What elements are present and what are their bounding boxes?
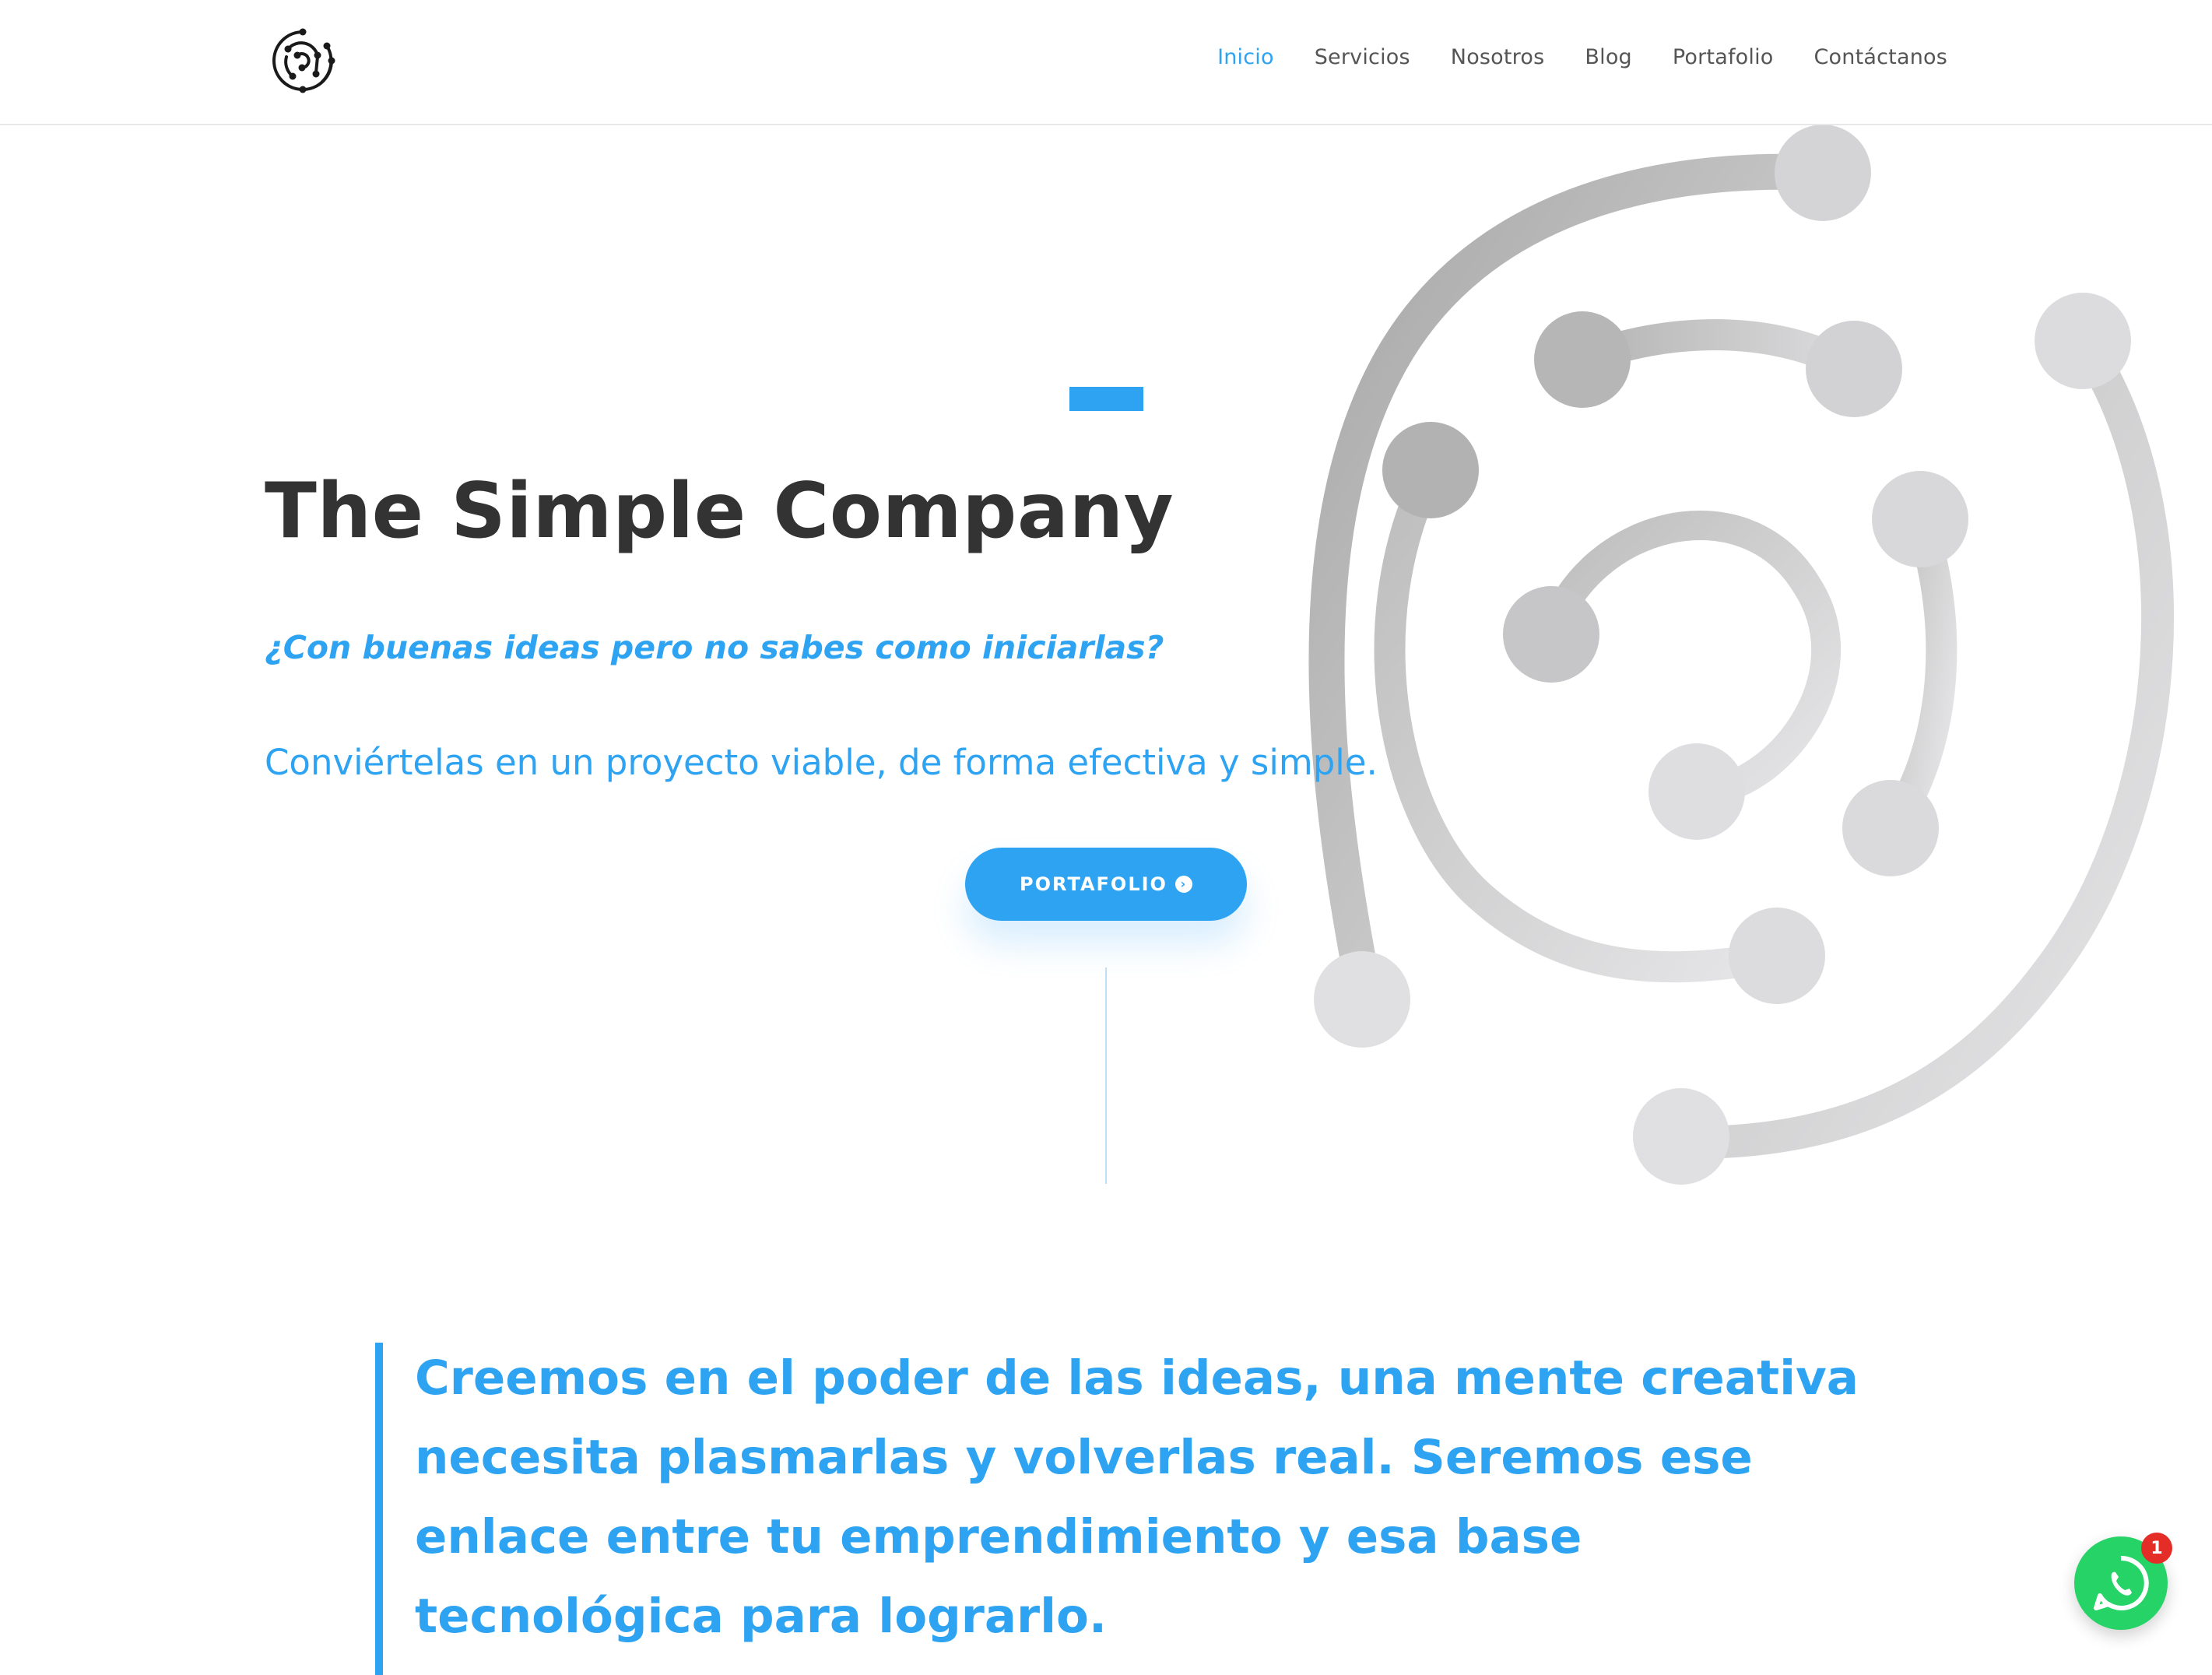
- notification-badge: 1: [2141, 1533, 2172, 1564]
- nav-item-portafolio[interactable]: Portafolio: [1673, 45, 1774, 69]
- page: Inicio Servicios Nosotros Blog Portafoli…: [0, 0, 2212, 1675]
- quote-text: Creemos en el poder de las ideas, una me…: [415, 1350, 1859, 1644]
- nav-item-nosotros[interactable]: Nosotros: [1451, 45, 1545, 69]
- logo-icon[interactable]: [268, 26, 338, 96]
- hero-question: ¿Con buenas ideas pero no sabes como ini…: [265, 629, 1164, 666]
- nav-item-servicios[interactable]: Servicios: [1315, 45, 1410, 69]
- accent-bar: [1069, 387, 1143, 411]
- divider-line: [1105, 967, 1107, 1184]
- chevron-right-circle-icon: ›: [1174, 876, 1192, 893]
- quote-accent-bar: [375, 1343, 383, 1675]
- portafolio-button[interactable]: PORTAFOLIO ›: [965, 848, 1247, 921]
- site-header: Inicio Servicios Nosotros Blog Portafoli…: [0, 0, 2212, 125]
- nav-item-inicio[interactable]: Inicio: [1217, 45, 1274, 69]
- hero-subtitle: Conviértelas en un proyecto viable, de f…: [265, 742, 1378, 783]
- portafolio-button-label: PORTAFOLIO: [1020, 873, 1167, 895]
- main-nav: Inicio Servicios Nosotros Blog Portafoli…: [1177, 45, 1947, 69]
- nav-item-contactanos[interactable]: Contáctanos: [1814, 45, 1948, 69]
- circuit-spiral-graphic: [1308, 125, 2175, 1185]
- nav-item-blog[interactable]: Blog: [1585, 45, 1631, 69]
- hero-title: The Simple Company: [265, 467, 1174, 556]
